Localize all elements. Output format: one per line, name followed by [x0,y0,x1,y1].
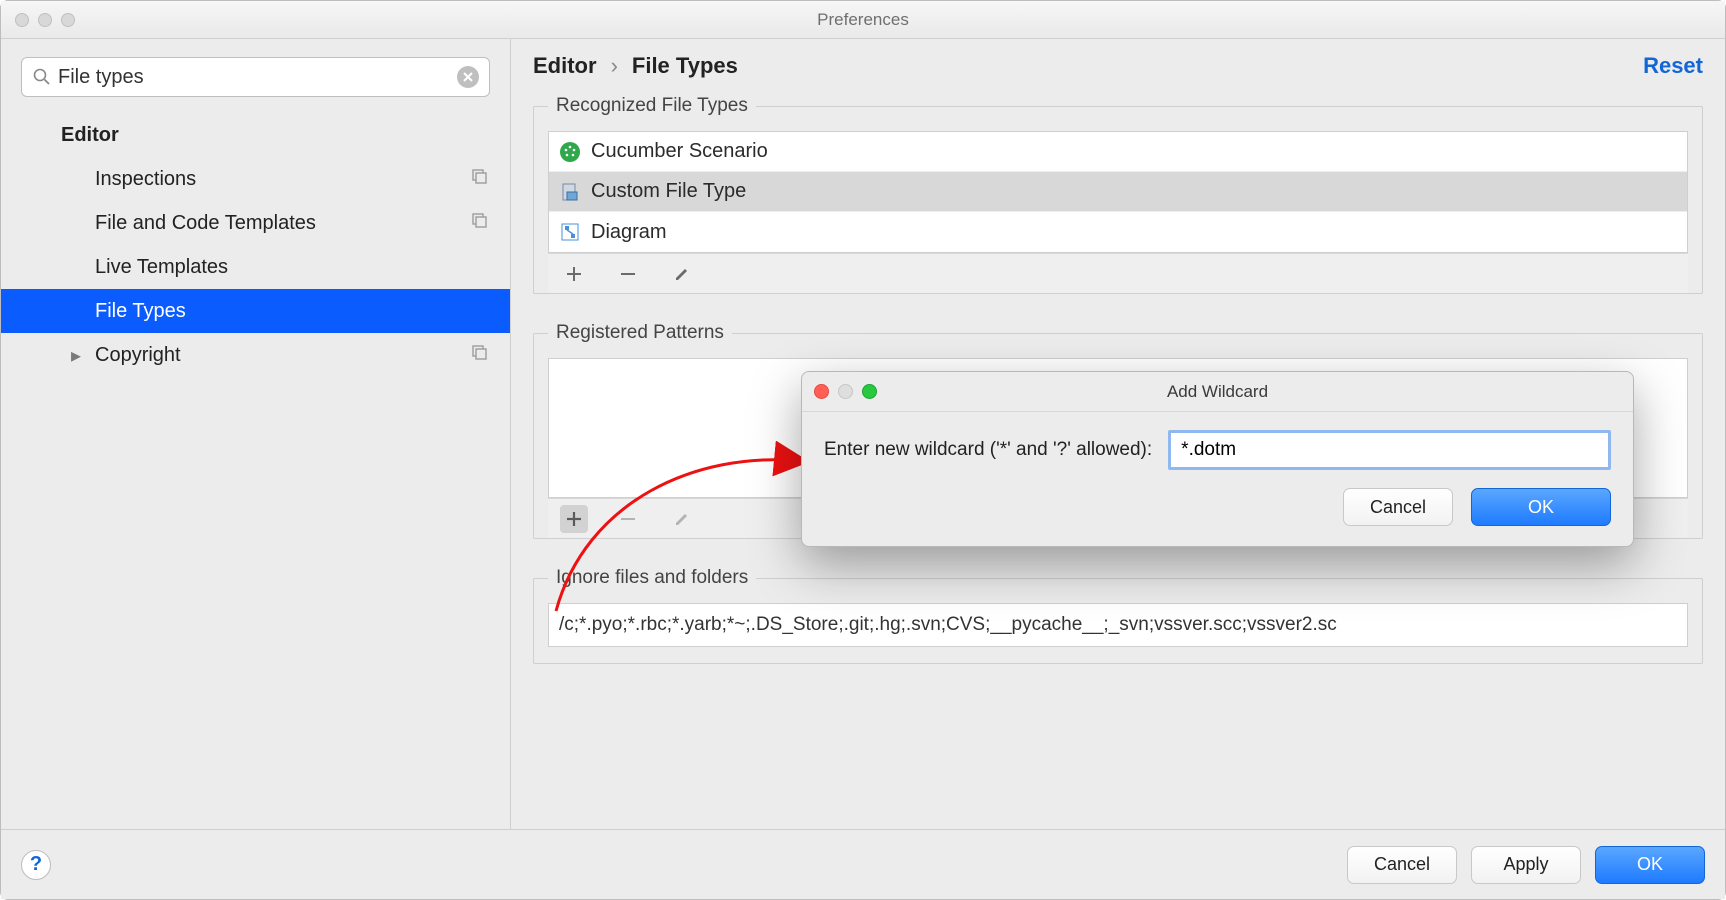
dialog-zoom-icon[interactable] [862,384,877,399]
custom-file-icon [559,181,581,203]
nav-label: File and Code Templates [95,212,316,235]
breadcrumb: Editor › File Types [533,53,738,79]
breadcrumb-current: File Types [632,53,738,79]
edit-pattern-button[interactable] [668,505,696,533]
file-types-toolbar [548,253,1688,293]
group-legend: Ignore files and folders [548,567,756,589]
nav-live-templates[interactable]: Live Templates [1,245,510,289]
pencil-icon [673,265,691,283]
nav-file-types[interactable]: File Types [1,289,510,333]
dialog-titlebar: Add Wildcard [802,372,1633,412]
sidebar: Editor Inspections File and Code Templat… [1,39,511,829]
add-pattern-button[interactable] [560,505,588,533]
nav-copyright[interactable]: ▸ Copyright [1,333,510,377]
ignore-files-input[interactable] [548,603,1688,647]
ignore-files-group: Ignore files and folders [533,567,1703,664]
file-type-row[interactable]: Cucumber Scenario [549,132,1687,172]
zoom-icon[interactable] [61,13,75,27]
search-icon [32,67,52,87]
remove-file-type-button[interactable] [614,260,642,288]
minus-icon [619,510,637,528]
nav-label: Copyright [95,344,181,367]
file-type-row[interactable]: Custom File Type [549,172,1687,212]
group-legend: Recognized File Types [548,95,756,117]
cucumber-icon [559,141,581,163]
remove-pattern-button[interactable] [614,505,642,533]
minus-icon [619,265,637,283]
nav-editor[interactable]: Editor [1,113,510,157]
window-title: Preferences [817,10,909,30]
nav-label: File Types [95,300,186,323]
dialog-minimize-icon [838,384,853,399]
add-file-type-button[interactable] [560,260,588,288]
edit-file-type-button[interactable] [668,260,696,288]
nav-list: Editor Inspections File and Code Templat… [1,107,510,377]
file-type-label: Cucumber Scenario [591,140,768,163]
cancel-button[interactable]: Cancel [1347,846,1457,884]
wildcard-input[interactable] [1168,430,1611,470]
pencil-icon [673,510,691,528]
wildcard-label: Enter new wildcard ('*' and '?' allowed)… [824,439,1152,461]
dialog-ok-button[interactable]: OK [1471,488,1611,526]
file-types-list[interactable]: Cucumber Scenario Custom File Type Diagr… [548,131,1688,253]
scope-icon [470,167,488,191]
recognized-file-types-group: Recognized File Types Cucumber Scenario … [533,95,1703,294]
file-type-row[interactable]: Diagram [549,212,1687,252]
help-button[interactable]: ? [21,850,51,880]
file-type-label: Diagram [591,221,667,244]
titlebar: Preferences [1,1,1725,39]
footer: ? Cancel Apply OK [1,829,1725,899]
search-input[interactable] [58,66,451,89]
preferences-window: Preferences Editor [0,0,1726,900]
add-wildcard-dialog: Add Wildcard Enter new wildcard ('*' and… [801,371,1634,547]
dialog-title: Add Wildcard [1167,382,1268,402]
nav-label: Editor [61,124,119,147]
close-icon[interactable] [15,13,29,27]
nav-label: Inspections [95,168,196,191]
dialog-close-icon[interactable] [814,384,829,399]
clear-search-button[interactable] [457,66,479,88]
group-legend: Registered Patterns [548,322,732,344]
nav-file-code-templates[interactable]: File and Code Templates [1,201,510,245]
breadcrumb-parent: Editor [533,53,597,79]
scope-icon [470,211,488,235]
expand-arrow-icon: ▸ [71,343,81,368]
file-type-label: Custom File Type [591,180,746,203]
nav-inspections[interactable]: Inspections [1,157,510,201]
plus-icon [565,510,583,528]
dialog-cancel-button[interactable]: Cancel [1343,488,1453,526]
breadcrumb-sep: › [611,53,618,79]
minimize-icon[interactable] [38,13,52,27]
traffic-lights [15,13,75,27]
nav-label: Live Templates [95,256,228,279]
plus-icon [565,265,583,283]
ok-button[interactable]: OK [1595,846,1705,884]
reset-link[interactable]: Reset [1643,53,1703,79]
scope-icon [470,343,488,367]
apply-button[interactable]: Apply [1471,846,1581,884]
search-field[interactable] [21,57,490,97]
diagram-icon [559,221,581,243]
